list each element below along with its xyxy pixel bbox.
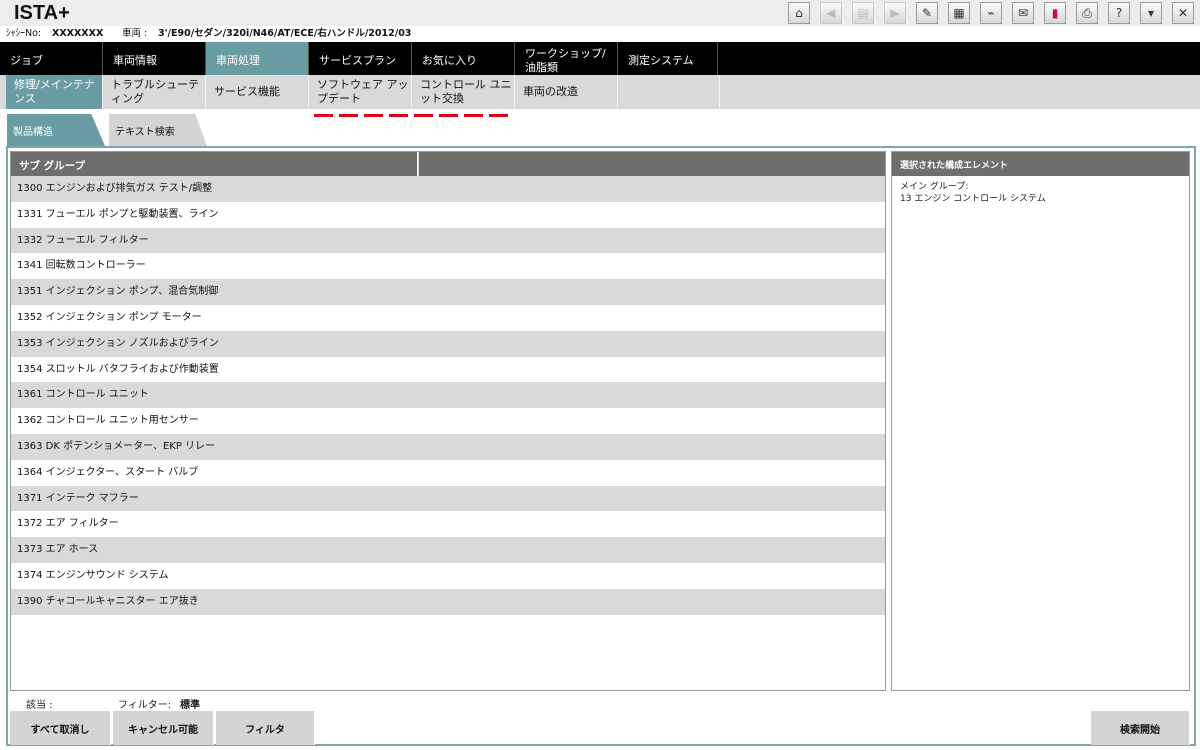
list-item[interactable]: 1352 インジェクション ポンプ モーター (11, 304, 885, 331)
subnav-repair-maintenance[interactable]: 修理/メインテナンス (6, 75, 103, 109)
vin-value: XXXXXXX (52, 28, 104, 39)
list-item[interactable]: 1332 フューエル フィルター (11, 227, 885, 254)
tab-product-structure[interactable]: 製品構造 (7, 114, 105, 146)
list-header-empty (418, 152, 885, 176)
list-item[interactable]: 1341 回転数コントローラー (11, 253, 885, 280)
subnav-service-functions[interactable]: サービス機能 (206, 75, 309, 109)
toolbar: ⌂ ◀ ▤ ▶ ✎ ▦ ⌁ ✉ ▮ ⎙ ? ▾ ✕ (788, 2, 1194, 24)
list-item[interactable]: 1300 エンジンおよび排気ガス テスト/調整 (11, 176, 885, 202)
vehicle-value: 3'/E90/セダン/320i/N46/AT/ECE/右ハンドル/2012/03 (158, 28, 412, 39)
subnav-empty (618, 75, 720, 109)
minimize-icon[interactable]: ▾ (1140, 2, 1162, 24)
nav-vehicle-info[interactable]: 車両情報 (103, 42, 206, 75)
subnav-troubleshooting[interactable]: トラブルシューティング (103, 75, 206, 109)
cancelable-button[interactable]: キャンセル可能 (113, 711, 214, 745)
forward-icon[interactable]: ▶ (884, 2, 906, 24)
subnav-software-update[interactable]: ソフトウェア アップデート (309, 75, 412, 109)
wrench-icon[interactable]: ✎ (916, 2, 938, 24)
list-item[interactable]: 1374 エンジンサウンド システム (11, 562, 885, 589)
clear-all-button[interactable]: すべて取消し (10, 711, 111, 745)
main-group-label: メイン グループ: (900, 182, 969, 192)
search-start-button[interactable]: 検索開始 (1091, 711, 1190, 745)
list-item[interactable]: 1353 インジェクション ノズルおよびライン (11, 330, 885, 357)
close-icon[interactable]: ✕ (1172, 2, 1194, 24)
nav-workshop-fluids[interactable]: ワークショップ/ 油脂類 (515, 42, 618, 75)
help-icon[interactable]: ? (1108, 2, 1130, 24)
list-item[interactable]: 1331 フューエル ポンプと駆動装置、ライン (11, 201, 885, 228)
subnav-control-unit-replacement[interactable]: コントロール ユニット交換 (412, 75, 515, 109)
list-item[interactable]: 1364 インジェクター、スタート バルブ (11, 459, 885, 486)
nav-service-plan[interactable]: サービスプラン (309, 42, 412, 75)
vehicle-label: 車両 : (122, 28, 148, 39)
main-group-value: 13 エンジン コントロール システム (900, 194, 1046, 204)
list-item[interactable]: 1390 チャコールキャニスター エア抜き (11, 588, 885, 615)
list-header-subgroup[interactable]: サブ グループ (11, 152, 418, 176)
selected-element-body: メイン グループ: 13 エンジン コントロール システム (892, 176, 1189, 205)
progress-dashes (314, 114, 508, 117)
filter-value: 標準 (180, 700, 200, 711)
sub-navigation: 修理/メインテナンス トラブルシューティング サービス機能 ソフトウェア アップ… (0, 75, 1200, 109)
list-item[interactable]: 1361 コントロール ユニット (11, 382, 885, 409)
home-icon[interactable]: ⌂ (788, 2, 810, 24)
list-item[interactable]: 1372 エア フィルター (11, 511, 885, 538)
list-rows: 1300 エンジンおよび排気ガス テスト/調整 1331 フューエル ポンプと駆… (11, 176, 885, 615)
subgroup-list-panel: サブ グループ 1300 エンジンおよび排気ガス テスト/調整 1331 フュー… (10, 151, 886, 691)
app-title: ISTA+ (14, 2, 70, 24)
connection-icon[interactable]: ⌁ (980, 2, 1002, 24)
battery-icon[interactable]: ▮ (1044, 2, 1066, 24)
list-item[interactable]: 1351 インジェクション ポンプ、混合気制御 (11, 279, 885, 305)
copy-icon[interactable]: ▤ (852, 2, 874, 24)
back-icon[interactable]: ◀ (820, 2, 842, 24)
info-icon[interactable]: ▦ (948, 2, 970, 24)
list-item[interactable]: 1363 DK ポテンショメーター、EKP リレー (11, 433, 885, 460)
nav-favorites[interactable]: お気に入り (412, 42, 515, 75)
vehicle-info-bar: ｼｬｼｰNo: XXXXXXX 車両 : 3'/E90/セダン/320i/N46… (0, 26, 1200, 42)
filter-button[interactable]: フィルタ (216, 711, 315, 745)
nav-job[interactable]: ジョブ (0, 42, 103, 75)
selected-element-panel: 選択された構成エレメント メイン グループ: 13 エンジン コントロール シス… (891, 151, 1190, 691)
title-bar: ISTA+ ⌂ ◀ ▤ ▶ ✎ ▦ ⌁ ✉ ▮ ⎙ ? ▾ ✕ (0, 0, 1200, 26)
filter-label: フィルター: (118, 700, 172, 711)
list-item[interactable]: 1373 エア ホース (11, 537, 885, 563)
selected-element-header: 選択された構成エレメント (892, 152, 1189, 176)
main-navigation: ジョブ 車両情報 車両処理 サービスプラン お気に入り ワークショップ/ 油脂類… (0, 42, 1200, 75)
match-count-label: 該当 : (26, 700, 53, 711)
list-header: サブ グループ (11, 152, 885, 176)
subnav-vehicle-modification[interactable]: 車両の改造 (515, 75, 618, 109)
vin-label: ｼｬｼｰNo: (6, 28, 42, 39)
nav-measurement-system[interactable]: 測定システム (618, 42, 718, 75)
list-item[interactable]: 1362 コントロール ユニット用センサー (11, 408, 885, 434)
mail-icon[interactable]: ✉ (1012, 2, 1034, 24)
list-item[interactable]: 1354 スロットル バタフライおよび作動装置 (11, 356, 885, 383)
nav-vehicle-management[interactable]: 車両処理 (206, 42, 309, 75)
tab-text-search[interactable]: テキスト検索 (109, 114, 207, 146)
list-item[interactable]: 1371 インテーク マフラー (11, 485, 885, 512)
print-icon[interactable]: ⎙ (1076, 2, 1098, 24)
